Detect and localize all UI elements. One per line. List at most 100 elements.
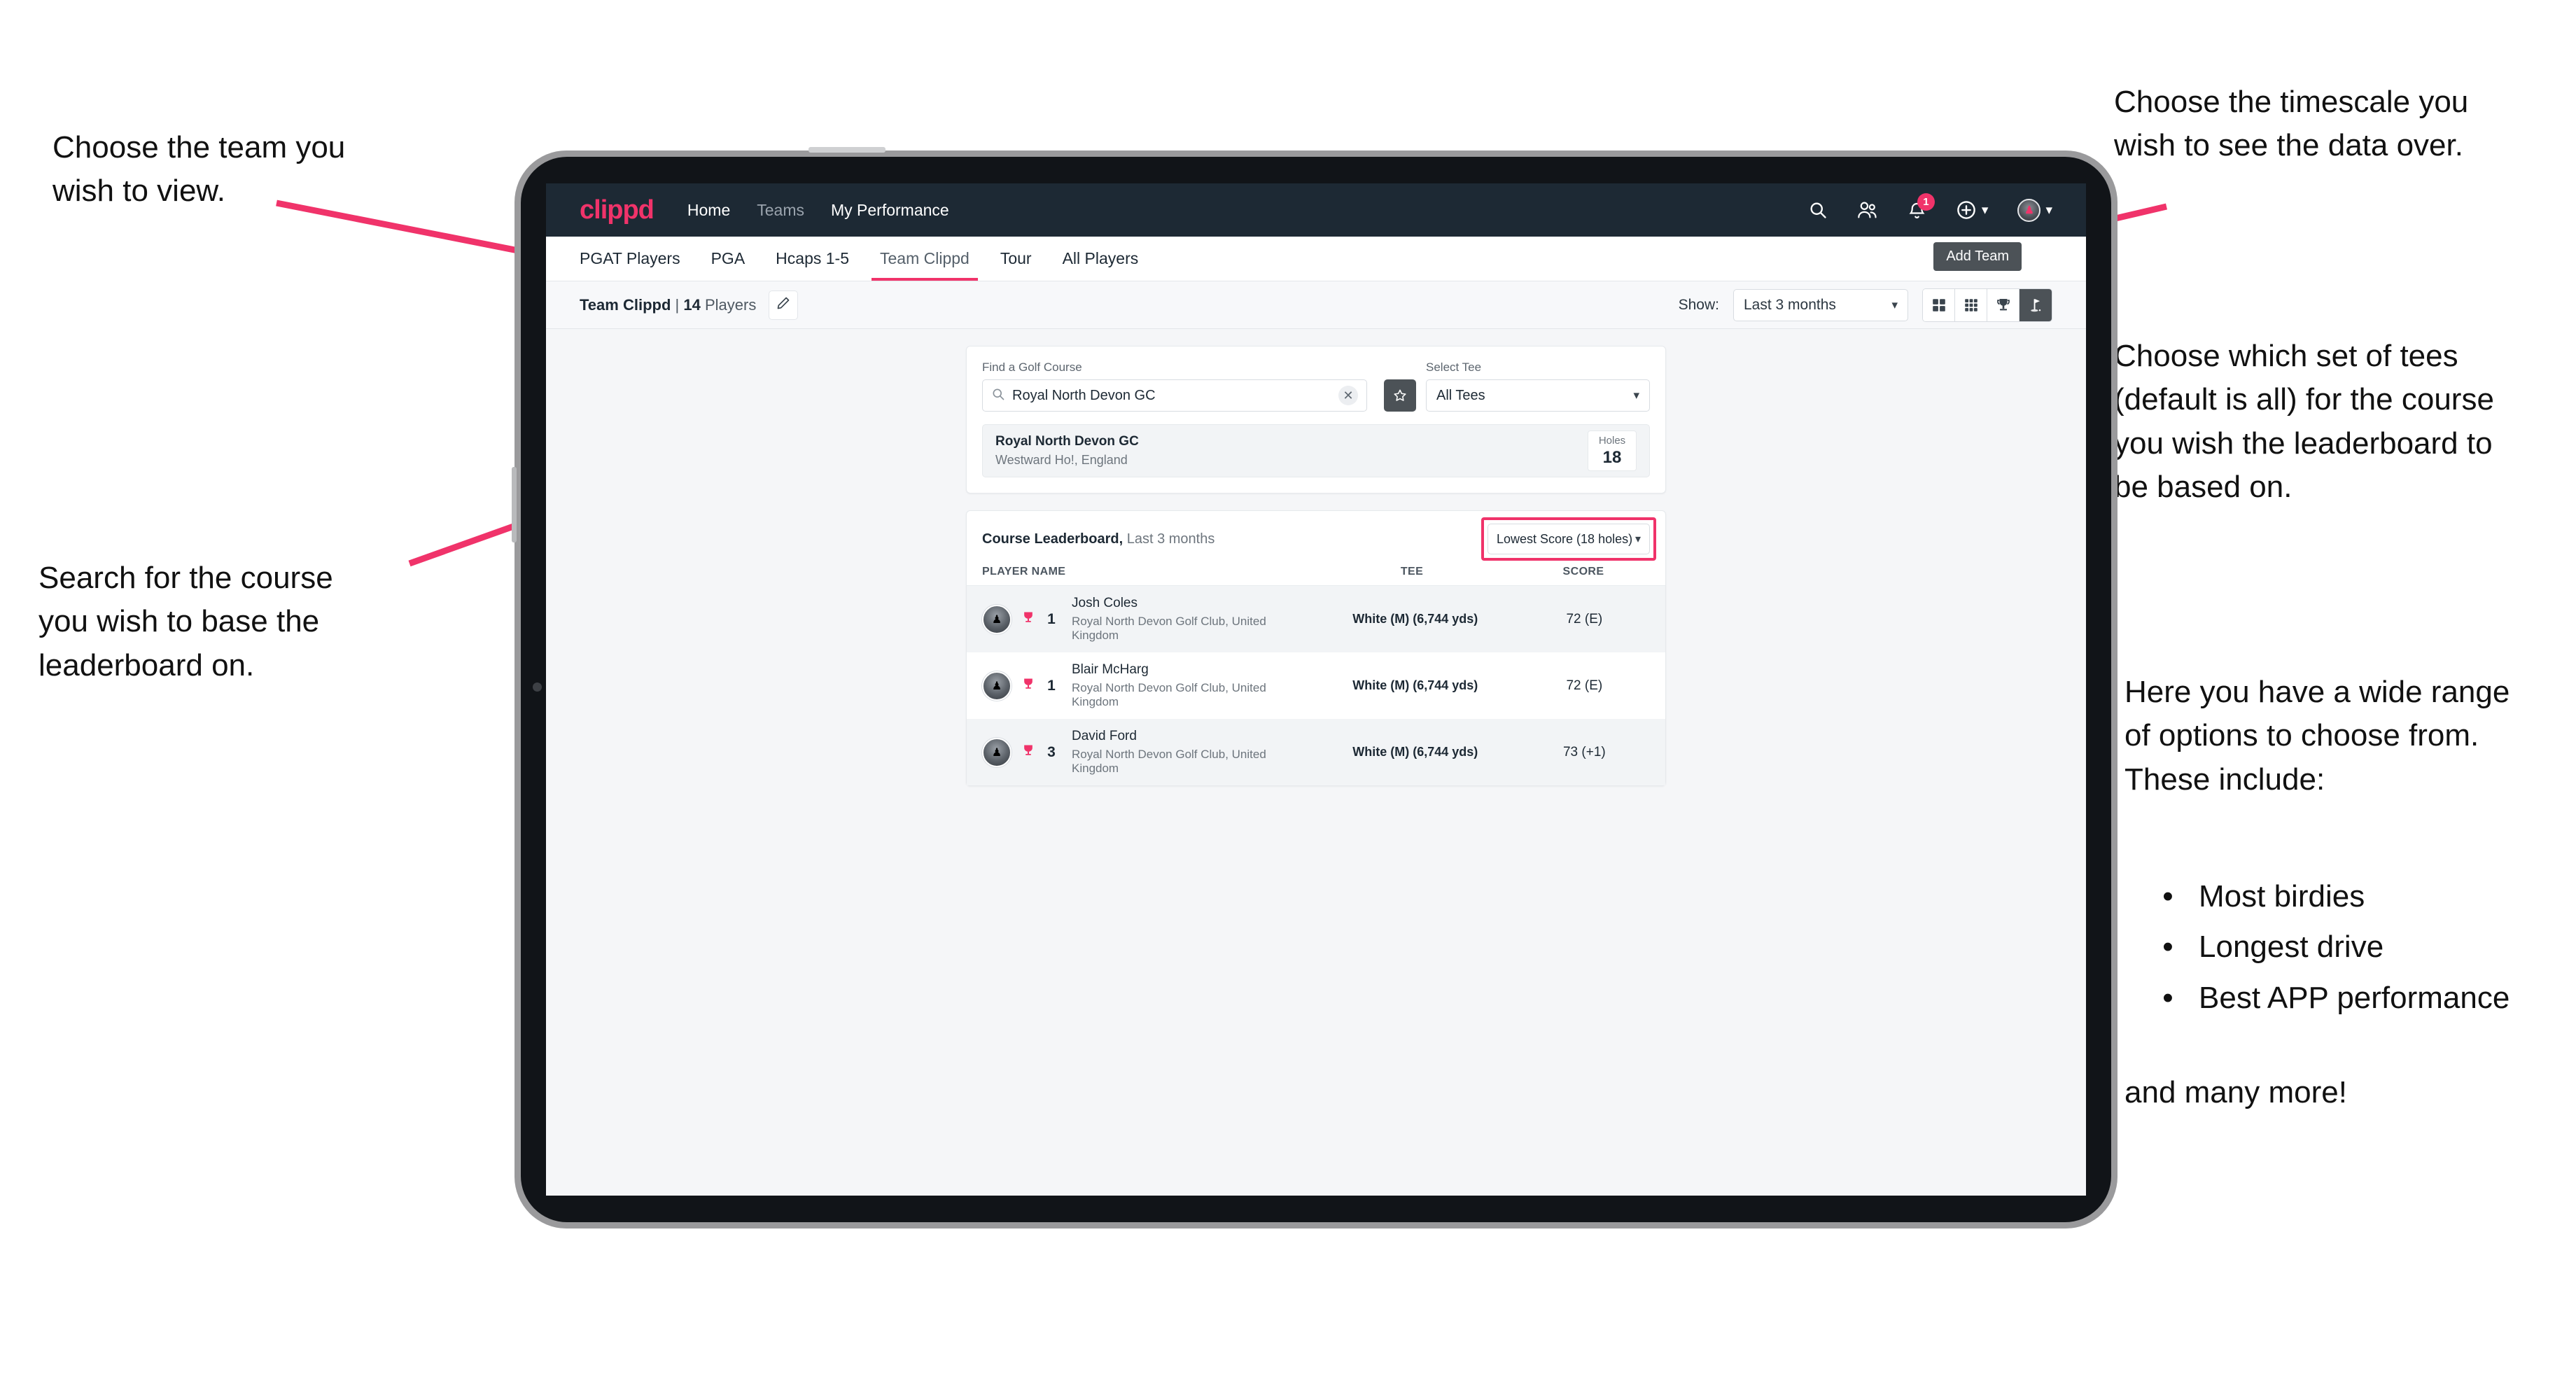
favourite-course-button[interactable] (1384, 379, 1416, 412)
chevron-down-icon: ▾ (1981, 202, 1989, 218)
leaderboard-subtitle: Last 3 months (1126, 531, 1215, 547)
tab-tour[interactable]: Tour (985, 237, 1047, 281)
course-search-value: Royal North Devon GC (1012, 387, 1156, 403)
bullet-text: Most birdies (2199, 879, 2365, 913)
main-content: Find a Golf Course Royal North Devon GC (546, 329, 2086, 1196)
tab-hcaps-1-5[interactable]: Hcaps 1-5 (760, 237, 864, 281)
power-button[interactable] (808, 147, 886, 153)
nav-link-teams[interactable]: Teams (757, 201, 804, 220)
content-column: Find a Golf Course Royal North Devon GC (966, 346, 1666, 786)
column-player-name: PLAYER NAME (982, 566, 1066, 578)
avatar: ♟ (2017, 198, 2041, 222)
chevron-down-icon: ▾ (2045, 202, 2052, 218)
score-value: 72 (E) (1566, 611, 1603, 626)
player-club: Royal North Devon Golf Club, United King… (1072, 681, 1266, 708)
list-item: • Most birdies (2152, 875, 2576, 918)
player-name: Josh Coles (1072, 596, 1138, 610)
people-icon[interactable] (1857, 200, 1878, 220)
player-info: Blair McHarg Royal North Devon Golf Club… (1072, 662, 1312, 709)
table-row[interactable]: ♟ 1 (967, 586, 1665, 652)
holes-label: Holes (1598, 434, 1626, 447)
grid-2x2-view-button[interactable] (1923, 288, 1955, 321)
search-fields: Find a Golf Course Royal North Devon GC (982, 360, 1650, 412)
score-value: 72 (E) (1566, 678, 1603, 693)
team-summary: Team Clippd | 14 Players (580, 296, 756, 314)
course-result-row[interactable]: Royal North Devon GC Westward Ho!, Engla… (982, 424, 1650, 477)
header-actions: 1 ▾ ♟ ▾ (1808, 193, 2052, 222)
add-team-tooltip: Add Team (1933, 242, 2022, 271)
course-search-input[interactable]: Royal North Devon GC ✕ (982, 379, 1367, 412)
clear-search-icon[interactable]: ✕ (1338, 386, 1358, 405)
trophy-icon (1021, 610, 1035, 629)
trophy-icon (1021, 676, 1035, 695)
course-field-label: Find a Golf Course (982, 360, 1082, 374)
team-toolbar: Team Clippd | 14 Players Show: Last 3 mo… (546, 281, 2086, 329)
search-icon[interactable] (1808, 200, 1828, 220)
app-screen: clippd Home Teams My Performance 1 ▾ ♟ ▾… (546, 183, 2086, 1196)
leaderboard-title: Course Leaderboard, Last 3 months (982, 531, 1214, 547)
leaderboard-sort-dropdown[interactable]: Lowest Score (18 holes) ▾ (1488, 524, 1650, 554)
nav-link-my-performance[interactable]: My Performance (831, 201, 949, 220)
course-result-info: Royal North Devon GC Westward Ho!, Engla… (995, 434, 1139, 468)
player-info: David Ford Royal North Devon Golf Club, … (1072, 729, 1312, 776)
tablet-device: clippd Home Teams My Performance 1 ▾ ♟ ▾… (512, 147, 2118, 1228)
list-item: • Best APP performance (2152, 976, 2576, 1020)
main-nav: Home Teams My Performance (687, 201, 949, 220)
tee-value: All Tees (1436, 387, 1485, 403)
tab-pgat-players[interactable]: PGAT Players (580, 237, 696, 281)
bullet-icon: • (2162, 980, 2174, 1015)
page-root: Choose the team you wish to view. Choose… (0, 0, 2576, 1386)
table-row[interactable]: ♟ 1 (967, 652, 1665, 719)
annotation-timescale: Choose the timescale you wish to see the… (2114, 85, 2469, 163)
chevron-down-icon: ▾ (1634, 533, 1641, 545)
tab-team-clippd[interactable]: Team Clippd (864, 237, 985, 281)
holes-value: 18 (1602, 447, 1622, 467)
rank-value: 1 (1047, 677, 1056, 694)
tee-value: White (M) (6,744 yds) (1352, 745, 1478, 759)
rank-value: 1 (1047, 610, 1056, 627)
notifications-bell-icon[interactable]: 1 (1907, 193, 1935, 220)
tab-all-players[interactable]: All Players (1047, 237, 1154, 281)
bullet-text: Best APP performance (2199, 980, 2510, 1015)
table-row[interactable]: ♟ 3 David Ford Royal North Devon Golf Cl… (967, 719, 1665, 785)
tab-pga[interactable]: PGA (696, 237, 761, 281)
team-name: Team Clippd (580, 295, 671, 314)
chevron-down-icon: ▾ (1633, 388, 1639, 402)
leaderboard-sort-value: Lowest Score (18 holes) (1497, 531, 1633, 546)
player-cell: ♟ 3 David Ford Royal North Devon Golf Cl… (982, 729, 1312, 776)
course-result-location: Westward Ho!, England (995, 453, 1128, 467)
player-name: Blair McHarg (1072, 662, 1149, 677)
course-search-card: Find a Golf Course Royal North Devon GC (966, 346, 1666, 493)
leaderboard-title-main: Course Leaderboard, (982, 531, 1124, 547)
course-leaderboard-card: Course Leaderboard, Last 3 months Lowest… (966, 510, 1666, 786)
team-tabs: PGAT Players PGA Hcaps 1-5 Team Clippd T… (546, 237, 2086, 281)
clippd-logo[interactable]: clippd (580, 195, 654, 225)
pencil-icon (776, 295, 791, 314)
grid-3x3-view-button[interactable] (1955, 288, 1987, 321)
leaderboard-column-headers: PLAYER NAME TEE SCORE (967, 566, 1665, 586)
tee-value: White (M) (6,744 yds) (1352, 612, 1478, 626)
annotation-options-intro: Here you have a wide range of options to… (2124, 675, 2510, 797)
player-club: Royal North Devon Golf Club, United King… (1072, 615, 1266, 642)
volume-button[interactable] (512, 467, 517, 542)
add-button[interactable]: ▾ (1956, 200, 1989, 220)
tee-dropdown[interactable]: All Tees ▾ (1426, 379, 1650, 412)
timescale-dropdown[interactable]: Last 3 months ▾ (1733, 288, 1908, 321)
bullet-icon: • (2162, 930, 2174, 965)
annotation-options-bullets: • Most birdies • Longest drive • Best AP… (2152, 875, 2576, 1027)
chevron-down-icon: ▾ (1891, 298, 1898, 312)
profile-menu[interactable]: ♟ ▾ (2017, 198, 2052, 222)
player-info: Josh Coles Royal North Devon Golf Club, … (1072, 596, 1312, 643)
list-item: • Longest drive (2152, 925, 2576, 969)
course-result-name: Royal North Devon GC (995, 434, 1139, 449)
column-score: SCORE (1562, 566, 1604, 578)
golf-flag-view-button[interactable] (2019, 288, 2052, 321)
bullet-icon: • (2162, 879, 2174, 913)
players-word: Players (704, 295, 757, 314)
edit-team-button[interactable] (769, 290, 799, 320)
nav-link-home[interactable]: Home (687, 201, 730, 220)
timescale-value: Last 3 months (1744, 296, 1836, 313)
player-name: David Ford (1072, 729, 1137, 743)
leaderboard-header: Course Leaderboard, Last 3 months Lowest… (967, 511, 1665, 566)
trophy-view-button[interactable] (1987, 288, 2019, 321)
